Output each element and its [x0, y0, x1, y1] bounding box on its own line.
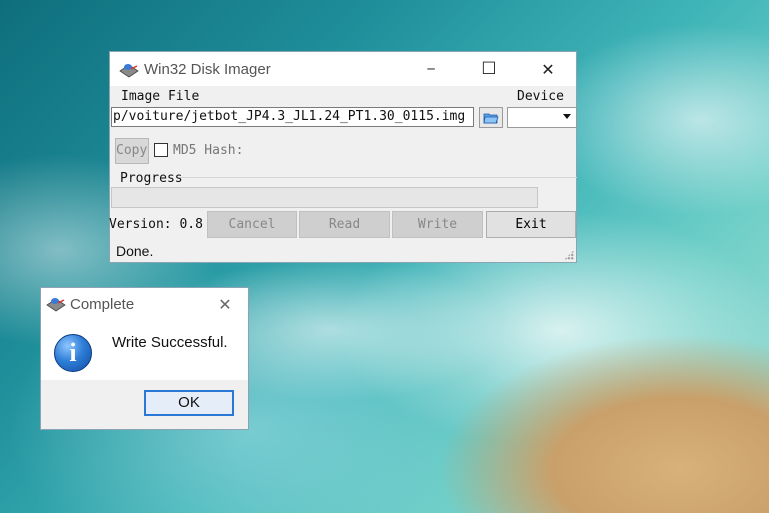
window-title: Win32 Disk Imager — [144, 61, 271, 78]
read-button[interactable]: Read — [299, 211, 390, 238]
write-button[interactable]: Write — [392, 211, 483, 238]
folder-open-icon — [483, 113, 499, 123]
resize-grip[interactable] — [564, 250, 574, 260]
maximize-button[interactable]: ☐ — [460, 52, 518, 86]
dialog-message: Write Successful. — [112, 334, 228, 351]
device-select[interactable] — [507, 107, 577, 128]
complete-dialog: Complete ✕ i Write Successful. OK — [40, 287, 249, 430]
dialog-body: i Write Successful. — [41, 320, 248, 380]
chevron-down-icon — [563, 114, 571, 119]
copy-button[interactable]: Copy — [115, 138, 149, 164]
dialog-title-bar[interactable]: Complete ✕ — [41, 288, 248, 320]
minimize-icon: ─ — [427, 62, 435, 76]
md5-label: MD5 Hash: — [173, 143, 244, 158]
close-icon: ✕ — [541, 59, 555, 79]
disk-imager-window: Win32 Disk Imager ─ ☐ ✕ Image File Devic… — [109, 51, 577, 263]
disk-imager-icon — [46, 298, 66, 312]
dialog-title: Complete — [70, 296, 135, 313]
device-label: Device — [517, 89, 564, 104]
progress-divider — [180, 177, 577, 178]
version-label: Version: 0.8 — [109, 217, 203, 232]
close-icon: ✕ — [218, 294, 232, 314]
copy-label: Copy — [116, 143, 148, 158]
md5-checkbox[interactable] — [154, 143, 168, 157]
browse-button[interactable] — [479, 107, 503, 128]
close-button[interactable]: ✕ — [519, 52, 577, 86]
dialog-close-button[interactable]: ✕ — [201, 288, 249, 320]
image-file-label: Image File — [121, 89, 200, 104]
title-bar[interactable]: Win32 Disk Imager ─ ☐ ✕ — [110, 52, 576, 86]
image-file-input[interactable]: p/voiture/jetbot_JP4.3_JL1.24_PT1.30_011… — [111, 107, 474, 127]
minimize-button[interactable]: ─ — [402, 52, 460, 86]
ok-button[interactable]: OK — [144, 390, 234, 416]
maximize-icon: ☐ — [481, 59, 497, 79]
progress-label: Progress — [120, 171, 183, 186]
disk-imager-icon — [119, 64, 139, 78]
exit-button[interactable]: Exit — [486, 211, 576, 238]
cancel-button[interactable]: Cancel — [207, 211, 297, 238]
progress-bar — [111, 187, 538, 208]
information-icon: i — [54, 334, 92, 372]
status-text: Done. — [116, 243, 154, 259]
